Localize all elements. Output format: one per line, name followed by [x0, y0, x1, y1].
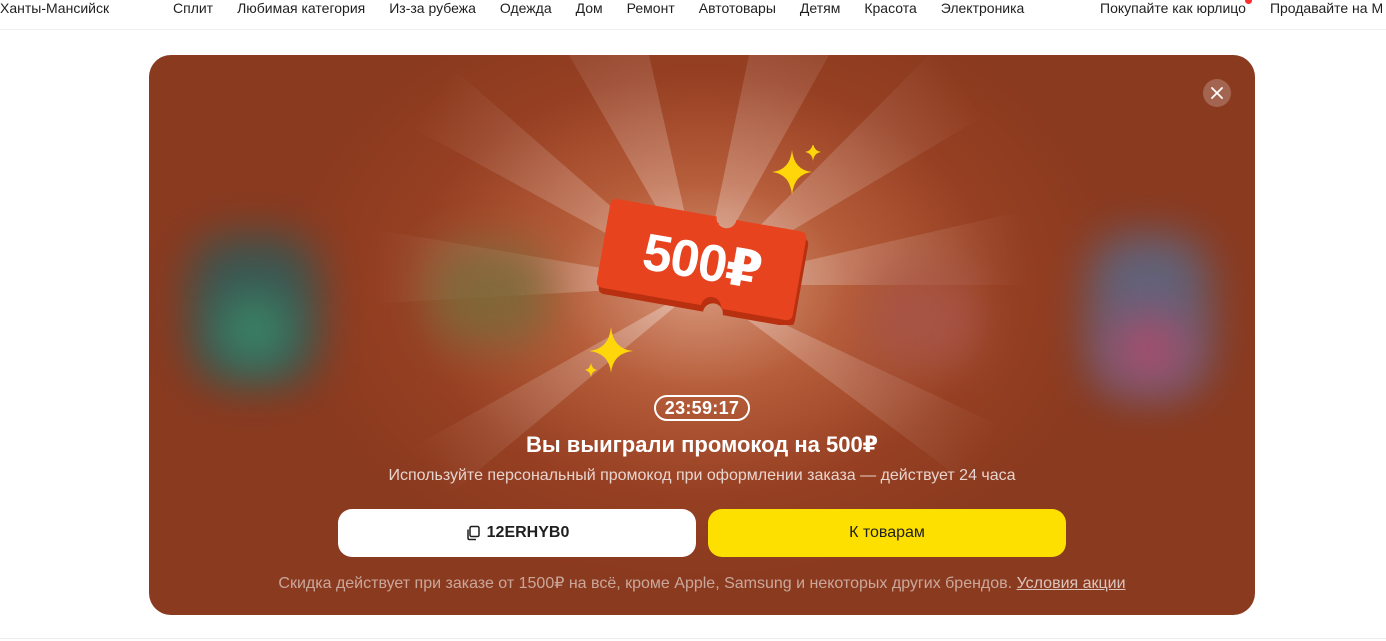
divider: [0, 638, 1386, 639]
promo-conditions-text: Скидка действует при заказе от 1500₽ на …: [278, 575, 1013, 592]
nav-item-split[interactable]: Сплит: [173, 0, 213, 16]
terms-link[interactable]: Условия акции: [1017, 575, 1126, 592]
nav-item-beauty[interactable]: Красота: [864, 0, 916, 16]
sell-on-market-link[interactable]: Продавайте на М: [1270, 0, 1383, 16]
promo-modal: 500₽ 23:59:17 Вы выиграли промокод на 50…: [149, 55, 1255, 615]
topbar-right-links: Покупайте как юрлицо Продавайте на М: [1100, 0, 1386, 16]
to-goods-button[interactable]: К товарам: [708, 509, 1066, 557]
copy-icon: [466, 525, 480, 541]
nav-item-kids[interactable]: Детям: [800, 0, 840, 16]
promo-footnote: Скидка действует при заказе от 1500₽ на …: [149, 573, 1255, 593]
nav-item-clothes[interactable]: Одежда: [500, 0, 552, 16]
city-selector[interactable]: Ханты-Мансийск: [0, 0, 109, 16]
blurred-product-midright: [869, 275, 979, 365]
nav-item-electronics[interactable]: Электроника: [941, 0, 1025, 16]
promo-code-value: 12ERHYB0: [486, 524, 570, 541]
business-buyer-label: Покупайте как юрлицо: [1100, 0, 1246, 16]
top-navigation: Ханты-Мансийск Сплит Любимая категория И…: [0, 0, 1386, 30]
business-buyer-link[interactable]: Покупайте как юрлицо: [1100, 0, 1252, 16]
promo-title: Вы выиграли промокод на 500₽: [526, 432, 878, 457]
category-nav: Сплит Любимая категория Из-за рубежа Оде…: [173, 0, 1048, 16]
notification-dot: [1244, 0, 1252, 4]
nav-item-auto[interactable]: Автотовары: [699, 0, 776, 16]
blurred-product-midleft: [429, 245, 549, 345]
sparkle-icon: [585, 327, 633, 377]
nav-item-home[interactable]: Дом: [576, 0, 603, 16]
copy-promo-code-button[interactable]: 12ERHYB0: [338, 509, 696, 557]
nav-item-favorite-category[interactable]: Любимая категория: [237, 0, 365, 16]
nav-item-repair[interactable]: Ремонт: [627, 0, 675, 16]
blurred-product-left-inner: [219, 295, 289, 365]
close-button[interactable]: [1203, 79, 1231, 107]
nav-item-abroad[interactable]: Из-за рубежа: [389, 0, 476, 16]
blurred-product-right-inner: [1109, 315, 1189, 385]
close-icon: [1211, 87, 1223, 99]
promo-subtitle: Используйте персональный промокод при оф…: [388, 467, 1016, 484]
countdown-timer: 23:59:17: [654, 395, 750, 421]
